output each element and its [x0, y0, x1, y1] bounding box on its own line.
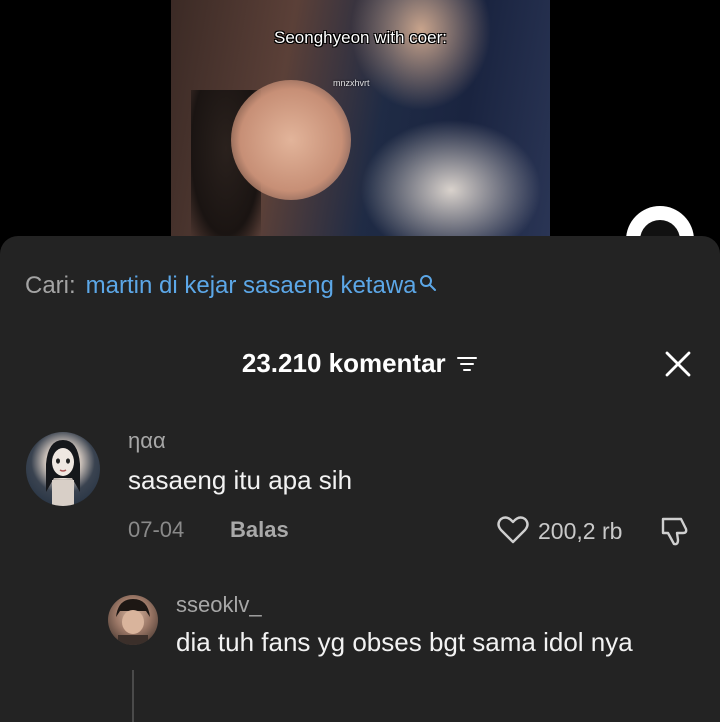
comment-count: 23.210 komentar — [241, 348, 446, 378]
video-watermark: mnzxhvrt — [333, 78, 370, 88]
search-prefix: Cari: — [25, 272, 76, 299]
close-icon[interactable] — [664, 350, 692, 378]
avatar[interactable] — [26, 432, 100, 506]
reply-button[interactable]: Balas — [230, 517, 289, 543]
video-player[interactable]: Seonghyeon with coer: mnzxhvrt — [171, 0, 550, 236]
avatar[interactable] — [108, 595, 158, 645]
comment-text: sasaeng itu apa sih — [128, 465, 353, 495]
heart-icon[interactable] — [497, 515, 529, 545]
avatar-figure-icon — [46, 440, 80, 506]
video-hands — [231, 80, 351, 200]
search-icon — [419, 275, 436, 291]
video-caption: Seonghyeon with coer: — [274, 28, 447, 47]
filter-icon[interactable] — [456, 354, 478, 374]
like-count: 200,2 rb — [538, 518, 623, 544]
comment-date: 07-04 — [128, 517, 185, 542]
comment-text: dia tuh fans yg obses bgt sama idol nya — [176, 627, 633, 657]
dislike-icon[interactable] — [660, 515, 690, 547]
thread-line — [132, 670, 134, 722]
comments-header: 23.210 komentar — [0, 348, 720, 380]
search-query-link[interactable]: martin di kejar sasaeng ketawa — [86, 272, 417, 300]
avatar-person-icon — [116, 599, 150, 645]
comment-username[interactable]: sseoklv_ — [176, 592, 262, 618]
comment-username[interactable]: ηαα — [128, 428, 166, 454]
search-suggestion[interactable]: Cari: martin di kejar sasaeng ketawa — [25, 272, 437, 304]
